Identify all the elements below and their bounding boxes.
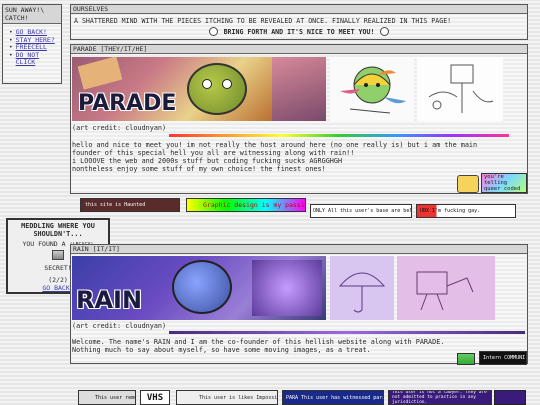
parade-logo-text: PARADE [78, 91, 177, 116]
parade-bio-3: i LOOOVE the web and 2000s stuff but cod… [72, 157, 343, 165]
secret-icon [52, 250, 64, 260]
badge-internet-memes: ONLY All this user's base are belong to … [310, 204, 412, 218]
umbrella-sketch-svg [338, 272, 386, 313]
parade-bio-4: nontheless enjoy some stuff of my own ch… [72, 165, 326, 173]
greeting-text: BRING FORTH AND IT'S NICE TO MEET YOU! [223, 27, 375, 36]
intro-text: A SHATTERED MIND WITH THE PIECES ITCHING… [74, 17, 452, 25]
parade-panel: PARADE [THEY/IT/HE] PARADE (art credit: … [70, 44, 528, 194]
parade-header: PARADE [THEY/IT/HE] [71, 45, 527, 54]
intro-header: OURSELVES [71, 5, 527, 14]
badge-not-a-lawyer: This user is not a lawyer. They are not … [388, 390, 492, 405]
parade-art-credit: (art credit: cloudnyan) [72, 124, 167, 132]
intro-greeting: BRING FORTH AND IT'S NICE TO MEET YOU! [71, 27, 527, 36]
parade-doodle-sketch [417, 57, 503, 121]
rain-bio-1: Welcome. The name's RAIN and I am the co… [72, 338, 445, 346]
badge-internet-community: Intern COMMUNI [479, 351, 527, 365]
popup-title: MEDDLING WHERE YOU SHOULDN'T... [21, 222, 95, 238]
rain-sketch-svg [416, 271, 474, 311]
badge-impossible-objects: This user is likes Impossible Objects [176, 390, 278, 405]
nav-link-do-not-click[interactable]: DO NOT CLICK [16, 51, 61, 67]
intro-panel: OURSELVES A SHATTERED MIND WITH THE PIEC… [70, 4, 528, 40]
potion-icon [457, 353, 475, 365]
nav-list: • GO BACK! • STAY HERE? • FREECELL • DO NOT … [3, 24, 61, 67]
rainbow-divider [169, 134, 509, 137]
badge-vhs: VHS [140, 390, 170, 405]
rain-art-credit: (art credit: cloudnyan) [72, 322, 167, 330]
nav-panel: SUN AWAY!\ CATCH! • GO BACK! • STAY HERE? … [2, 4, 62, 84]
go-back-link[interactable]: GO BACK? [42, 284, 73, 292]
badge-haunted: this site is Haunted [80, 198, 180, 212]
parade-banner-image: PARADE [72, 57, 326, 121]
parade-doodle-svg [340, 66, 406, 114]
rain-doodle-umbrella [330, 256, 394, 320]
badge-paranormal: PARA This user has witnessed paranormal … [282, 390, 384, 405]
nav-header: SUN AWAY!\ CATCH! [3, 5, 61, 24]
swirl-icon [494, 390, 526, 405]
rain-banner-image: RAIN [72, 256, 326, 320]
rain-logo-text: RAIN [76, 286, 143, 314]
badge-queer-coded: you're telling queer coded [481, 173, 527, 193]
parade-bio-2: founder of this special hell you all are… [72, 149, 355, 157]
rain-header: RAIN [IT/IT] [71, 245, 527, 254]
badge-ubx-gay: UBX I'm fucking gay. [416, 204, 516, 218]
parade-bio-1: hello and nice to meet you! im not reall… [72, 141, 478, 149]
cat-face-icon [457, 175, 479, 193]
rain-bio-2: Nothing much to say about myself, so hav… [72, 346, 371, 354]
rain-panel: RAIN [IT/IT] RAIN (art credit: cloudnyan… [70, 244, 528, 365]
badge-remembers-vhs: This user remembers VHS [78, 390, 136, 405]
purple-divider [169, 331, 525, 334]
rain-doodle-sketch [397, 256, 495, 320]
nav-item[interactable]: • DO NOT CLICK [9, 51, 61, 67]
smiley-icon [208, 27, 218, 36]
popup-found-text: YOU FOUND A [22, 240, 66, 248]
parade-sketch-svg [428, 64, 494, 113]
smiley-icon [380, 27, 390, 36]
parade-doodle-colored [330, 57, 414, 121]
badge-graphic-design: Graphic design is my passion [186, 198, 306, 212]
